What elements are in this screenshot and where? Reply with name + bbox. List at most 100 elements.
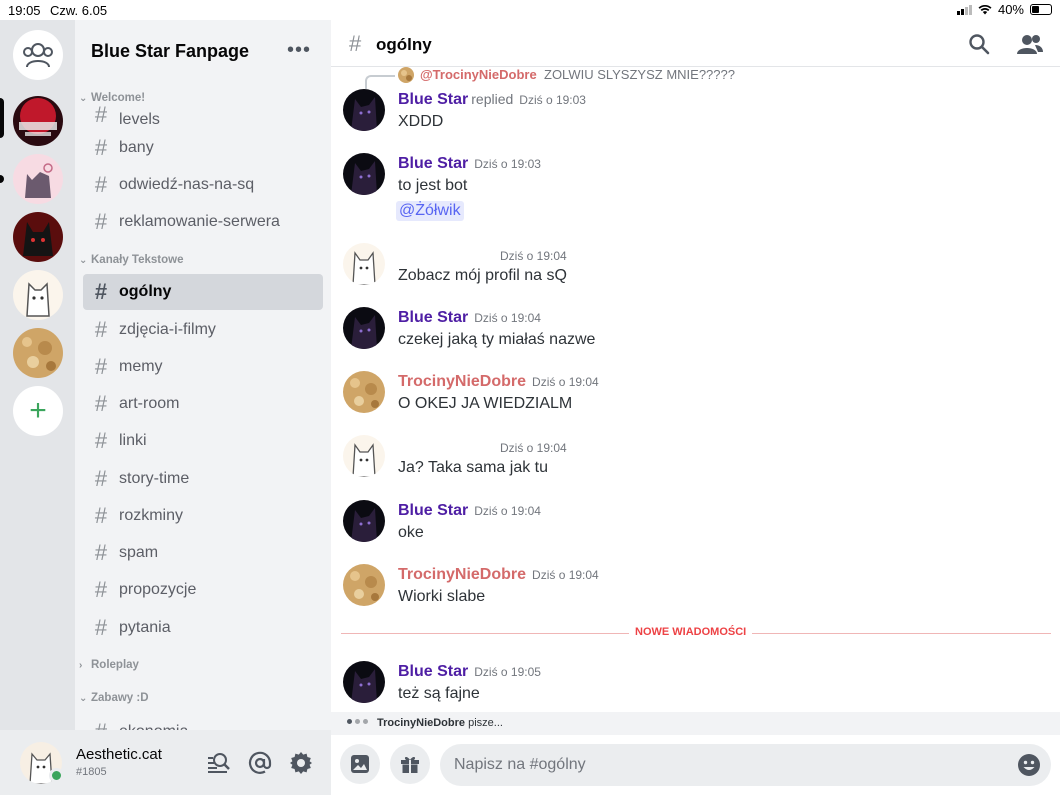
avatar[interactable] [343,307,385,349]
author-name[interactable]: TrocinyNieDobre [398,566,526,583]
channel-label: odwiedź-nas-na-sq [119,176,255,193]
server-white-cat[interactable] [13,270,63,320]
channel-story-time[interactable]: # story-time [83,461,323,497]
settings-gear-icon[interactable] [288,750,314,776]
hash-icon: # [94,503,108,528]
channel-label: art-room [119,395,180,412]
message-time: Dziś o 19:04 [532,375,599,389]
message-author[interactable]: Blue Star Dziś o 19:04 [398,309,541,327]
channel-partial[interactable]: #ekonomia [83,714,323,730]
reply-text[interactable]: ZOLWIU SLYSZYSZ MNIE????? [544,67,735,82]
message-time: Dziś o 19:03 [474,157,541,171]
avatar[interactable] [343,500,385,542]
message-author[interactable]: Blue Star Dziś o 19:04 [398,502,541,520]
more-options-icon[interactable]: ••• [287,39,311,62]
channel-label: bany [119,139,154,156]
message-author[interactable]: Blue Star Dziś o 19:05 [398,663,541,681]
typing-dots-icon [347,719,368,724]
wolf-cat-server-icon [13,154,63,204]
status-right: 40% [956,2,1052,17]
channel-zdjecia-i-filmy[interactable]: # zdjęcia-i-filmy [83,312,323,348]
avatar[interactable] [343,243,385,285]
author-name[interactable]: Blue Star [398,155,468,172]
channel-art-room[interactable]: # art-room [83,386,323,422]
server-black-wolf[interactable] [13,212,63,262]
search-icon[interactable] [967,32,991,56]
author-name[interactable]: Blue Star [398,309,468,326]
message-author[interactable]: Blue Star Dziś o 19:03 [398,155,541,173]
avatar[interactable] [343,661,385,703]
message-input-placeholder: Napisz na #ogólny [454,756,586,773]
search-friends-icon[interactable] [205,750,231,776]
add-server-button[interactable]: + [13,386,63,436]
message-author[interactable]: Blue Star replied Dziś o 19:03 [398,91,586,109]
hash-icon: # [94,428,108,453]
avatar[interactable] [343,564,385,606]
home-button[interactable] [13,30,63,80]
channel-linki[interactable]: # linki [83,423,323,459]
channel-rozkminy[interactable]: # rozkminy [83,498,323,534]
battery-icon [1030,4,1052,15]
typing-text: TrocinyNieDobre pisze... [377,717,503,729]
server-name[interactable]: Blue Star Fanpage [91,41,249,62]
members-icon[interactable] [1016,32,1044,56]
white-cat-server-icon [13,270,63,320]
message-input[interactable]: Napisz na #ogólny [440,744,1051,786]
avatar[interactable] [343,153,385,195]
channel-odwiedz-nas-na-sq[interactable]: # odwiedź-nas-na-sq [83,167,323,203]
emoji-icon[interactable] [1017,753,1041,777]
channel-header: # ogólny [331,20,1060,67]
server-blue-star-fanpage[interactable] [13,96,63,146]
server-sawdust[interactable] [13,328,63,378]
chevron-down-icon: ⌄ [79,255,88,266]
author-name[interactable]: Blue Star [398,663,468,680]
message-time: Dziś o 19:03 [519,93,586,107]
avatar[interactable] [343,435,385,477]
avatar[interactable] [343,371,385,413]
channel-label: memy [119,358,163,375]
message-time: Dziś o 19:04 [500,249,567,263]
author-name[interactable]: Blue Star [398,502,468,519]
battery-fill [1032,6,1039,13]
message-author[interactable]: TrocinyNieDobre Dziś o 19:04 [398,373,599,391]
hash-icon: # [94,391,108,416]
server-wolf-cat[interactable] [13,154,63,204]
channel-spam[interactable]: # spam [83,535,323,571]
message-text: Zobacz mój profil na sQ [398,267,567,284]
sawdust-server-icon [13,328,63,378]
date: Czw. 6.05 [50,3,108,18]
typing-indicator: TrocinyNieDobre pisze... [331,712,1060,735]
upload-image-button[interactable] [340,744,380,784]
replied-label: replied [471,91,514,107]
user-mention[interactable]: @Żółwik [396,201,464,221]
message-author[interactable]: TrocinyNieDobre Dziś o 19:04 [398,566,599,584]
channel-levels[interactable]: # levels [83,98,323,125]
channel-label: linki [119,432,147,449]
avatar[interactable] [343,89,385,131]
category-kanaly-tekstowe[interactable]: ⌄ Kanały Tekstowe [79,254,183,266]
channel-pytania[interactable]: # pytania [83,610,323,646]
hash-icon: # [94,615,108,640]
user-panel: Aesthetic.cat #1805 [0,730,331,795]
category-roleplay[interactable]: › Roleplay [79,659,139,671]
channel-bany[interactable]: # bany [83,130,323,166]
channel-propozycje[interactable]: # propozycje [83,572,323,608]
channel-ogolny[interactable]: # ogólny [83,274,323,310]
selected-server-indicator [0,98,4,138]
channel-label: reklamowanie-serwera [119,213,280,230]
channel-memy[interactable]: # memy [83,349,323,385]
author-name[interactable]: TrocinyNieDobre [398,373,526,390]
reply-author[interactable]: @TrocinyNieDobre [420,67,537,82]
channel-reklamowanie-serwera[interactable]: # reklamowanie-serwera [83,204,323,240]
plus-icon: + [29,394,47,427]
channel-title: ogólny [376,35,432,54]
category-label: Kanały Tekstowe [91,254,184,266]
message-time: Dziś o 19:04 [474,311,541,325]
chevron-right-icon: › [79,660,83,671]
author-name[interactable]: Blue Star [398,91,468,108]
message-text: też są fajne [398,685,480,702]
mentions-icon[interactable] [247,750,273,776]
category-zabawy[interactable]: ⌄ Zabawy :D [79,692,149,704]
channel-label: rozkminy [119,507,184,524]
gift-button[interactable] [390,744,430,784]
